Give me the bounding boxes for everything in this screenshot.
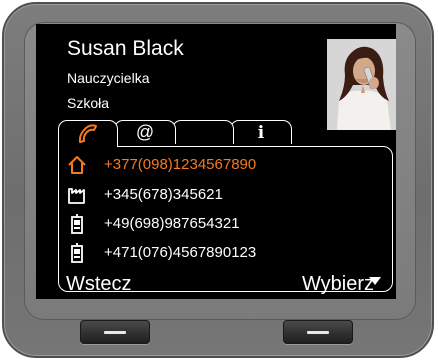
phone-number: +49(698)987654321 (104, 215, 240, 232)
tab-bar: i @ (58, 120, 298, 147)
at-sign-icon: @ (135, 122, 155, 142)
tab-phone-numbers[interactable] (58, 120, 118, 147)
contact-organization: Szkoła (67, 95, 110, 111)
phone-number: +345(678)345621 (104, 186, 223, 203)
right-hardware-key[interactable] (283, 320, 353, 344)
contact-role: Nauczycielka (67, 70, 150, 86)
contact-photo (327, 39, 396, 130)
list-item[interactable]: +49(698)987654321 (59, 210, 392, 238)
left-hardware-key[interactable] (80, 320, 150, 344)
info-icon: i (257, 122, 265, 143)
phone-number: +377(098)1234567890 (104, 156, 257, 173)
tab-blank[interactable] (172, 120, 234, 144)
softkey-back[interactable]: Wstecz (66, 273, 132, 296)
phone-handset-icon (78, 124, 97, 143)
tab-info[interactable]: i (230, 120, 292, 144)
office-building-icon (68, 188, 85, 204)
tab-email[interactable]: @ (114, 120, 176, 144)
key-dash-icon (307, 330, 329, 334)
phone-number: +471(076)4567890123 (104, 244, 257, 261)
home-icon (68, 156, 86, 174)
mobile-phone-icon (71, 214, 83, 234)
key-dash-icon (104, 330, 126, 334)
display-screen: Susan Black Nauczycielka Szkoła i @ +377… (36, 24, 396, 299)
mobile-phone-icon (71, 243, 83, 263)
list-item[interactable]: +345(678)345621 (59, 181, 392, 209)
contact-name: Susan Black (67, 37, 184, 60)
phone-number-list: +377(098)1234567890 +345(678)345621 +49(… (58, 146, 393, 292)
list-item[interactable]: +471(076)4567890123 (59, 239, 392, 267)
softkey-select[interactable]: Wybierz (302, 273, 374, 296)
list-item[interactable]: +377(098)1234567890 (59, 151, 392, 179)
